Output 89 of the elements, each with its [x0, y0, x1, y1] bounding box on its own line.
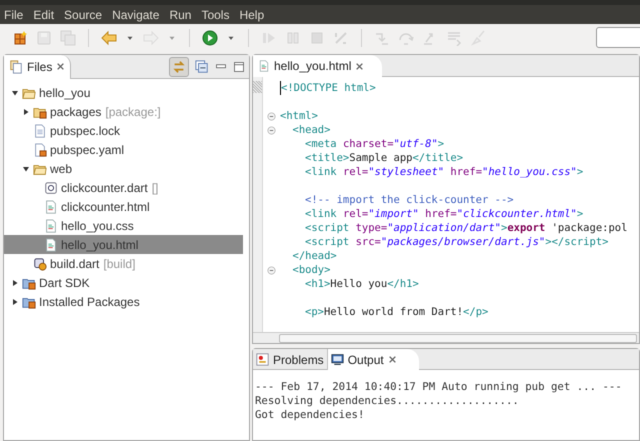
- tree-label: hello_you: [39, 84, 90, 102]
- html-file-icon: [258, 60, 270, 72]
- tree-label: Installed Packages: [39, 294, 140, 310]
- console-line: Got dependencies!: [255, 408, 366, 422]
- tree-item[interactable]: web: [4, 159, 243, 178]
- tree-decoration: [package:]: [105, 104, 161, 120]
- tree-label: clickcounter.html: [61, 198, 150, 216]
- menu-item[interactable]: Run: [169, 6, 192, 24]
- code-line: <link rel="import" href="clickcounter.html">: [305, 207, 584, 221]
- code-line: <p>Hello world from Dart!</p>: [305, 305, 488, 319]
- tree-decoration: [build]: [103, 256, 136, 272]
- link-editor-button[interactable]: [169, 56, 189, 76]
- collapsed-arrow-icon[interactable]: [22, 108, 30, 116]
- code-line: <link rel="stylesheet" href="hello_you.css">: [305, 165, 584, 179]
- tree-label: clickcounter.dart: [61, 180, 148, 196]
- menu-item[interactable]: Help: [239, 6, 264, 24]
- menu-item[interactable]: Source: [64, 6, 102, 24]
- html-file-icon: [44, 238, 58, 252]
- files-tab[interactable]: Files: [4, 54, 72, 78]
- overview-marker: [253, 81, 262, 93]
- collapse-all-icon[interactable]: [195, 60, 209, 74]
- tree-item[interactable]: Dart SDK: [4, 273, 243, 292]
- code-line: </head>: [292, 249, 337, 263]
- close-icon[interactable]: [56, 62, 66, 71]
- back-arrow-icon[interactable]: [101, 30, 117, 46]
- pubspec-file-icon: [33, 142, 47, 156]
- horizontal-scrollbar[interactable]: [279, 334, 637, 342]
- view-tab[interactable]: Problems: [253, 349, 328, 370]
- html-file-icon: [44, 218, 58, 232]
- expanded-arrow-icon[interactable]: [11, 88, 19, 96]
- tree-decoration: []: [152, 180, 158, 196]
- menu-item[interactable]: Navigate: [112, 6, 160, 24]
- code-line: <h1>Hello you</h1>: [305, 277, 419, 291]
- sync-arrows-icon: [172, 60, 186, 74]
- tree-item[interactable]: build.dart [build]: [4, 254, 243, 273]
- tree-item[interactable]: pubspec.lock: [4, 121, 243, 140]
- console-line: --- Feb 17, 2014 10:40:17 PM Auto running pub get ... ---: [255, 380, 623, 394]
- tree-item[interactable]: packages [package:]: [4, 102, 243, 121]
- search-field[interactable]: [596, 27, 640, 48]
- tree-label: hello_you.html: [61, 236, 138, 254]
- dart-file-icon: [44, 180, 58, 194]
- tree-label: packages: [50, 104, 102, 120]
- code-line: <script src="packages/browser/dart.js"></script>: [305, 235, 608, 249]
- run-icon[interactable]: [202, 30, 218, 46]
- menu-item[interactable]: Tools: [201, 6, 230, 24]
- close-icon[interactable]: [388, 355, 397, 364]
- tree-label: build.dart: [50, 256, 100, 272]
- tree-label: Dart SDK: [39, 274, 90, 292]
- fold-toggle-icon[interactable]: [266, 266, 276, 274]
- tree-item[interactable]: hello_you.html: [4, 235, 243, 254]
- tree-label: web: [50, 160, 72, 178]
- console-line: Resolving dependencies...................: [255, 394, 520, 408]
- tree-item[interactable]: Installed Packages: [4, 292, 243, 311]
- code-line: <body>: [292, 263, 330, 277]
- problems-icon: [256, 353, 269, 366]
- monitor-icon: [330, 353, 344, 366]
- view-tab[interactable]: Output: [328, 349, 419, 370]
- tree-item[interactable]: hello_you.css: [4, 216, 243, 235]
- tree-item[interactable]: clickcounter.dart []: [4, 178, 243, 197]
- new-project-icon[interactable]: [12, 30, 28, 46]
- tree-label: pubspec.yaml: [50, 142, 124, 158]
- file-icon: [33, 124, 47, 138]
- fold-toggle-icon[interactable]: [266, 126, 276, 134]
- build-file-icon: [33, 256, 47, 270]
- close-icon[interactable]: [355, 62, 364, 70]
- fold-toggle-icon[interactable]: [266, 112, 276, 120]
- files-icon: [9, 60, 23, 74]
- tree-label: pubspec.lock: [50, 122, 120, 140]
- tree-item[interactable]: pubspec.yaml: [4, 140, 243, 159]
- code-line: <head>: [292, 123, 330, 137]
- tree-label: hello_you.css: [61, 218, 134, 234]
- tab-label: hello_you.html: [274, 58, 352, 75]
- html-file-icon: [44, 200, 58, 214]
- code-line: <html>: [280, 109, 318, 123]
- code-line: <title>Sample app</title>: [305, 151, 464, 165]
- tree-item[interactable]: clickcounter.html: [4, 197, 243, 216]
- maximize-icon[interactable]: [233, 60, 245, 72]
- code-line: <meta charset="utf-8">: [305, 137, 444, 151]
- code-line: <!-- import the click-counter -->: [305, 193, 514, 207]
- collapsed-arrow-icon[interactable]: [11, 298, 19, 306]
- menu-item[interactable]: File: [4, 6, 24, 24]
- tree-item[interactable]: hello_you: [4, 83, 243, 102]
- code-line: <script type="application/dart">export 'package:pol: [305, 221, 628, 235]
- expanded-arrow-icon[interactable]: [22, 164, 30, 172]
- tab-label: Files: [27, 58, 52, 76]
- editor-tab[interactable]: hello_you.html: [253, 55, 382, 77]
- collapsed-arrow-icon[interactable]: [11, 278, 19, 286]
- code-line: <!DOCTYPE html>: [280, 81, 376, 95]
- menu-item[interactable]: Edit: [33, 6, 54, 24]
